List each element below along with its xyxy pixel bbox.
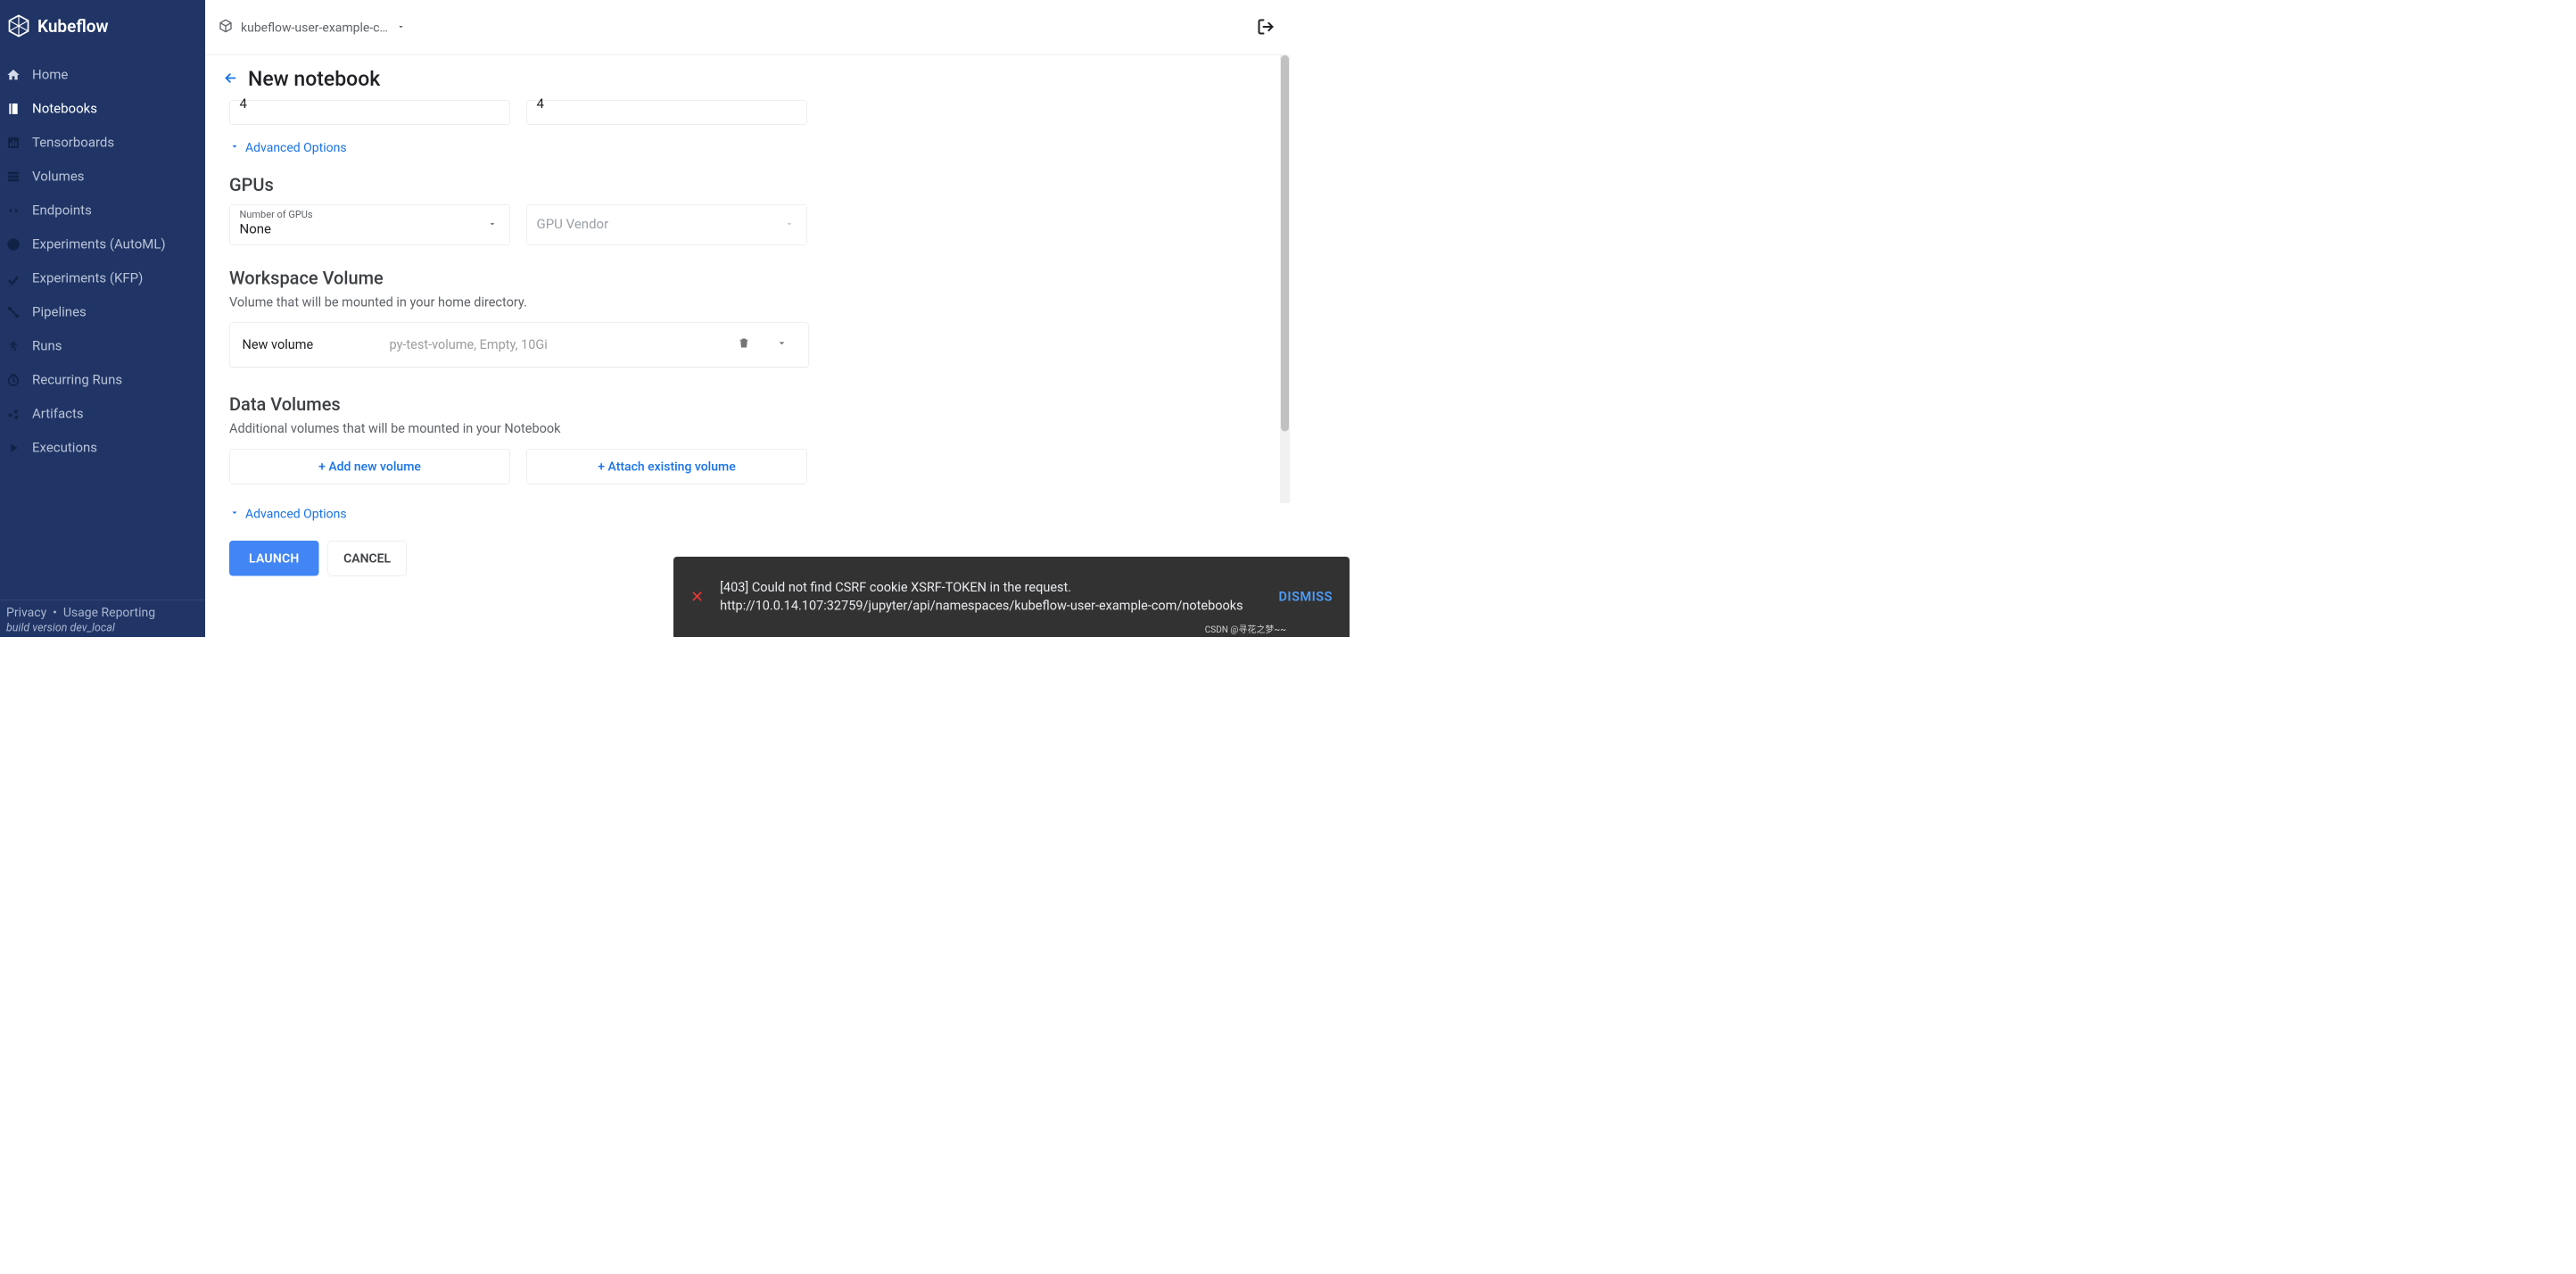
num-gpus-value: None bbox=[240, 220, 500, 237]
sidebar-item-home[interactable]: Home bbox=[0, 58, 205, 92]
cancel-button[interactable]: CANCEL bbox=[328, 541, 407, 576]
footer: Privacy • Usage Reporting build version … bbox=[0, 600, 205, 638]
sidebar-item-experiments-kfp[interactable]: Experiments (KFP) bbox=[0, 261, 205, 295]
notebook-icon bbox=[4, 102, 22, 116]
chevron-down-icon bbox=[488, 219, 498, 231]
storage-icon bbox=[4, 170, 22, 184]
nav: Home Notebooks Tensorboards Volumes Endp… bbox=[0, 54, 205, 600]
sidebar-item-pipelines[interactable]: Pipelines bbox=[0, 295, 205, 329]
sidebar-item-label: Experiments (AutoML) bbox=[32, 236, 196, 252]
globe-icon bbox=[4, 237, 22, 252]
workspace-desc: Volume that will be mounted in your home… bbox=[229, 295, 1262, 310]
chevron-down-icon bbox=[229, 507, 240, 522]
sidebar-item-label: Volumes bbox=[32, 169, 196, 185]
namespace-selector[interactable]: kubeflow-user-example-c… bbox=[219, 19, 406, 37]
box-icon bbox=[219, 19, 233, 37]
play-icon bbox=[4, 441, 22, 455]
sidebar-item-label: Tensorboards bbox=[32, 135, 196, 151]
sidebar-item-label: Experiments (KFP) bbox=[32, 270, 196, 286]
close-icon[interactable]: ✕ bbox=[690, 585, 704, 608]
home-icon bbox=[4, 68, 22, 82]
cpu-requested-input[interactable]: 4 bbox=[229, 100, 510, 125]
sidebar-item-endpoints[interactable]: Endpoints bbox=[0, 194, 205, 228]
chevron-down-icon bbox=[396, 21, 406, 36]
usage-link[interactable]: Usage Reporting bbox=[63, 605, 155, 620]
gpu-vendor-select[interactable]: GPU Vendor bbox=[526, 204, 807, 245]
kubeflow-logo-icon bbox=[6, 13, 31, 40]
sidebar-item-runs[interactable]: Runs bbox=[0, 329, 205, 363]
advanced-options-toggle[interactable]: Advanced Options bbox=[229, 140, 1262, 155]
advanced-options-toggle-2[interactable]: Advanced Options bbox=[229, 507, 1262, 522]
cpu-limit-input[interactable]: 4 bbox=[526, 100, 807, 125]
advanced-options-label: Advanced Options bbox=[245, 507, 347, 522]
run-icon bbox=[4, 339, 22, 353]
sidebar-item-label: Artifacts bbox=[32, 406, 196, 422]
gpu-vendor-placeholder: GPU Vendor bbox=[537, 210, 797, 240]
back-button[interactable] bbox=[223, 70, 238, 87]
sidebar-item-label: Notebooks bbox=[32, 101, 196, 117]
advanced-options-label: Advanced Options bbox=[245, 140, 347, 155]
sidebar: Kubeflow Home Notebooks Tensorboards Vol… bbox=[0, 0, 205, 637]
topbar: kubeflow-user-example-c… bbox=[205, 0, 1288, 55]
workspace-title: Workspace Volume bbox=[229, 268, 1262, 289]
namespace-text: kubeflow-user-example-c… bbox=[241, 21, 388, 36]
page-header: New notebook bbox=[205, 55, 1280, 100]
snackbar-message: [403] Could not find CSRF cookie XSRF-TO… bbox=[720, 579, 1256, 616]
sidebar-item-artifacts[interactable]: Artifacts bbox=[0, 397, 205, 431]
volume-summary: py-test-volume, Empty, 10Gi bbox=[390, 337, 721, 352]
num-gpus-label: Number of GPUs bbox=[240, 210, 500, 221]
sidebar-item-volumes[interactable]: Volumes bbox=[0, 160, 205, 194]
sidebar-item-notebooks[interactable]: Notebooks bbox=[0, 92, 205, 126]
sidebar-item-label: Endpoints bbox=[32, 203, 196, 219]
datavol-buttons: + Add new volume + Attach existing volum… bbox=[229, 449, 1262, 484]
sidebar-item-experiments-automl[interactable]: Experiments (AutoML) bbox=[0, 228, 205, 261]
cpu-row: 4 4 bbox=[229, 100, 1262, 125]
chart-icon bbox=[4, 136, 22, 150]
sidebar-item-label: Pipelines bbox=[32, 304, 196, 320]
delete-volume-button[interactable] bbox=[730, 336, 759, 353]
page-title: New notebook bbox=[248, 67, 380, 91]
sidebar-item-recurring[interactable]: Recurring Runs bbox=[0, 363, 205, 397]
sidebar-item-label: Executions bbox=[32, 440, 196, 456]
chevron-down-icon bbox=[785, 219, 795, 231]
pipeline-icon bbox=[4, 305, 22, 319]
clock-icon bbox=[4, 373, 22, 387]
gpu-row: Number of GPUs None GPU Vendor bbox=[229, 204, 1262, 245]
form: 4 4 Advanced Options GPUs Number of GPUs… bbox=[205, 100, 1280, 594]
datavol-title: Data Volumes bbox=[229, 394, 1262, 416]
sidebar-item-label: Home bbox=[32, 67, 196, 83]
attach-existing-volume-button[interactable]: + Attach existing volume bbox=[526, 449, 807, 484]
gpus-title: GPUs bbox=[229, 175, 1262, 196]
watermark: CSDN @寻花之梦~~ bbox=[1205, 623, 1286, 636]
sidebar-item-label: Runs bbox=[32, 338, 196, 354]
volume-name-label: New volume bbox=[243, 337, 381, 352]
sidebar-item-label: Recurring Runs bbox=[32, 372, 196, 388]
brand[interactable]: Kubeflow bbox=[0, 0, 205, 54]
workspace-volume-row[interactable]: New volume py-test-volume, Empty, 10Gi bbox=[229, 323, 809, 368]
sidebar-item-executions[interactable]: Executions bbox=[0, 431, 205, 465]
logout-button[interactable] bbox=[1257, 18, 1275, 37]
add-new-volume-button[interactable]: + Add new volume bbox=[229, 449, 510, 484]
build-version: build version dev_local bbox=[6, 622, 199, 635]
sidebar-item-tensorboards[interactable]: Tensorboards bbox=[0, 126, 205, 160]
scatter-icon bbox=[4, 407, 22, 421]
datavol-desc: Additional volumes that will be mounted … bbox=[229, 421, 1262, 436]
dismiss-button[interactable]: DISMISS bbox=[1278, 588, 1333, 606]
scrollbar-thumb[interactable] bbox=[1281, 55, 1289, 432]
privacy-link[interactable]: Privacy bbox=[6, 605, 46, 620]
code-icon bbox=[4, 203, 22, 218]
scrollbar[interactable] bbox=[1280, 55, 1290, 503]
checklist-icon bbox=[4, 271, 22, 285]
main: kubeflow-user-example-c… New notebook 4 … bbox=[205, 0, 1288, 637]
chevron-down-icon bbox=[229, 140, 240, 155]
expand-volume-button[interactable] bbox=[768, 337, 797, 353]
brand-name: Kubeflow bbox=[37, 17, 109, 37]
content: New notebook 4 4 Advanced Options GPUs N… bbox=[205, 55, 1280, 637]
launch-button[interactable]: LAUNCH bbox=[229, 541, 319, 576]
num-gpus-select[interactable]: Number of GPUs None bbox=[229, 204, 510, 245]
